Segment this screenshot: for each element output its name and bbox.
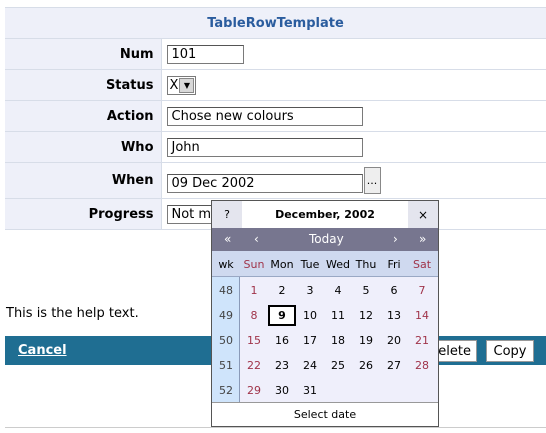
calendar-day[interactable]: 26: [352, 355, 380, 376]
who-input[interactable]: John: [166, 137, 363, 157]
progress-label: Progress: [5, 198, 162, 230]
calendar-popup: ? December, 2002 × « ‹ Today › » wk Sun …: [211, 200, 439, 427]
calendar-day[interactable]: 31: [296, 380, 324, 401]
action-input[interactable]: Chose new colours: [166, 106, 363, 126]
weekday-thu: Thu: [355, 258, 377, 271]
weekday-fri: Fri: [387, 258, 401, 271]
action-row: Action Chose new colours: [5, 100, 546, 132]
status-label: Status: [5, 69, 162, 101]
calendar-day[interactable]: 28: [408, 355, 436, 376]
calendar-weekday-header: wk Sun Mon Tue Wed Thu Fri Sat: [212, 251, 438, 277]
calendar-day[interactable]: 8: [240, 305, 268, 326]
calendar-day[interactable]: 5: [352, 280, 380, 301]
action-label: Action: [5, 100, 162, 132]
calendar-day[interactable]: 16: [268, 330, 296, 351]
num-label: Num: [5, 38, 162, 70]
calendar-header: ? December, 2002 ×: [212, 201, 438, 228]
calendar-day[interactable]: 13: [380, 305, 408, 326]
weekday-mon: Mon: [270, 258, 294, 271]
weekday-wed: Wed: [326, 258, 350, 271]
week-header: wk: [218, 258, 234, 271]
calendar-day[interactable]: 2: [268, 280, 296, 301]
calendar-day[interactable]: 1: [240, 280, 268, 301]
calendar-day[interactable]: 14: [408, 305, 436, 326]
calendar-day[interactable]: 6: [380, 280, 408, 301]
calendar-grid: 1 2 3 4 5 6 7 8 9 10 11 12 13 14 15 16 17 18 19 20 21 22 23 24 2…: [240, 277, 438, 402]
calendar-day[interactable]: 25: [324, 355, 352, 376]
today-button[interactable]: Today: [309, 232, 344, 246]
weekday-sun: Sun: [243, 258, 265, 271]
num-input[interactable]: 101: [166, 44, 244, 64]
calendar-help-button[interactable]: ?: [212, 201, 242, 228]
next-year-button[interactable]: »: [419, 232, 426, 246]
calendar-day[interactable]: 18: [324, 330, 352, 351]
week-number: 51: [219, 359, 233, 372]
week-number: 49: [219, 309, 233, 322]
calendar-day[interactable]: 17: [296, 330, 324, 351]
calendar-title: December, 2002: [275, 208, 375, 221]
calendar-day[interactable]: 21: [408, 330, 436, 351]
status-select[interactable]: X ▼: [166, 75, 197, 95]
calendar-day[interactable]: 24: [296, 355, 324, 376]
calendar-day[interactable]: 20: [380, 330, 408, 351]
chevron-down-icon[interactable]: ▼: [179, 77, 195, 93]
help-text: This is the help text.: [6, 306, 139, 321]
week-number: 48: [219, 284, 233, 297]
copy-button[interactable]: Copy: [486, 340, 534, 362]
week-number-column: 48 49 50 51 52: [212, 277, 240, 402]
status-row: Status X ▼: [5, 69, 546, 101]
calendar-day[interactable]: 7: [408, 280, 436, 301]
who-row: Who John: [5, 131, 546, 163]
calendar-day[interactable]: 27: [380, 355, 408, 376]
calendar-day[interactable]: 9: [268, 305, 296, 326]
calendar-day[interactable]: 29: [240, 380, 268, 401]
calendar-day[interactable]: 30: [268, 380, 296, 401]
calendar-day[interactable]: 19: [352, 330, 380, 351]
close-icon[interactable]: ×: [408, 201, 438, 228]
bottom-divider: [5, 427, 546, 428]
calendar-status: Select date: [212, 402, 438, 426]
calendar-nav: « ‹ Today › »: [212, 228, 438, 251]
calendar-day[interactable]: 4: [324, 280, 352, 301]
calendar-day[interactable]: 15: [240, 330, 268, 351]
calendar-day[interactable]: 3: [296, 280, 324, 301]
calendar-day[interactable]: 23: [268, 355, 296, 376]
calendar-day[interactable]: 12: [352, 305, 380, 326]
next-month-button[interactable]: ›: [393, 232, 398, 246]
week-number: 50: [219, 334, 233, 347]
record-form: TableRowTemplate Num 101 Status X ▼ Acti…: [5, 7, 546, 230]
who-label: Who: [5, 131, 162, 163]
prev-year-button[interactable]: «: [224, 232, 231, 246]
cancel-link[interactable]: Cancel: [18, 343, 67, 358]
weekday-sat: Sat: [412, 258, 432, 271]
date-picker-button[interactable]: ...: [363, 167, 381, 194]
when-input[interactable]: 09 Dec 2002: [166, 174, 363, 193]
when-label: When: [5, 162, 162, 199]
num-row: Num 101: [5, 38, 546, 70]
form-title: TableRowTemplate: [5, 7, 546, 39]
when-row: When 09 Dec 2002...: [5, 162, 546, 199]
calendar-day[interactable]: 22: [240, 355, 268, 376]
weekday-tue: Tue: [300, 258, 320, 271]
prev-month-button[interactable]: ‹: [254, 232, 259, 246]
calendar-day[interactable]: 10: [296, 305, 324, 326]
calendar-day[interactable]: 11: [324, 305, 352, 326]
week-number: 52: [219, 384, 233, 397]
status-select-value: X: [169, 77, 179, 93]
